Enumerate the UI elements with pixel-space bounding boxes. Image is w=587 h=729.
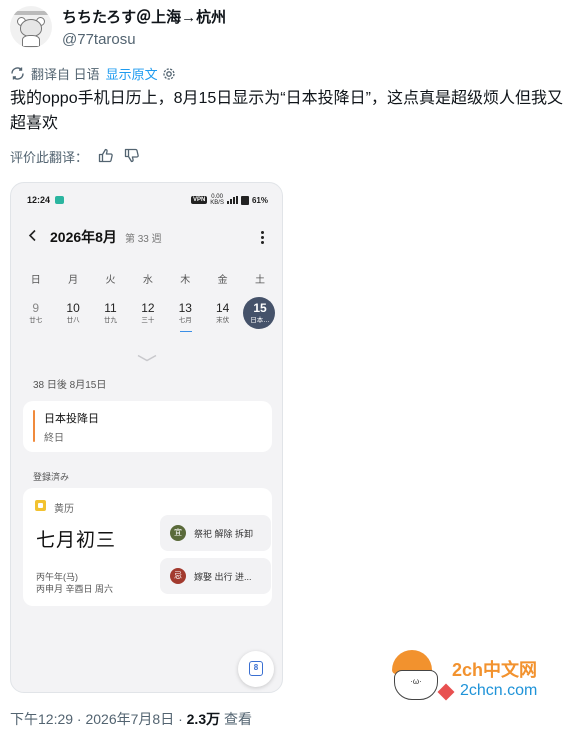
translate-icon [10,66,25,81]
weekday-label: 金 [217,275,228,286]
weekday-label: 木 [180,275,191,286]
lunar-date: 七月初三 [36,530,117,551]
days-after-label: 38 日後 8月15日 [33,380,107,391]
almanac-card[interactable]: 黄历 七月初三 丙午年(马) 丙申月 辛酉日 周六 宜 祭祀 解除 拆卸 忌 嫁… [23,488,272,606]
event-color-bar [33,410,35,442]
battery-icon [240,195,249,205]
date-cell[interactable]: 10 廿八 [54,299,91,329]
author-names: ちちたろす＠上海→杭州 @77tarosu [62,8,226,50]
message-notification-icon [55,196,65,204]
views-label: 查看 [220,711,252,727]
views-count: 2.3万 [186,711,221,727]
today-button[interactable]: 8 [238,651,274,687]
attached-screenshot[interactable]: 12:24 VPN 0.00 KB/S 61% 2026年8月 第 33 週 日 … [10,182,283,693]
yi-badge: 宜 [170,525,186,541]
week-dates-row: 9 廿七 10 廿八 11 廿九 12 三十 13 七月 14 末伏 15 日本… [17,297,279,332]
date-cell-selected[interactable]: 15 日本… [241,297,278,329]
translation-row: 翻译自 日语 显示原文 [10,64,176,83]
ganzhi-month-day: 丙申月 辛酉日 周六 [36,584,114,594]
ji-badge: 忌 [170,568,186,584]
weekday-label: 水 [142,275,153,286]
event-title: 日本投降日 [44,413,99,425]
date-cell-today[interactable]: 13 七月 [167,299,204,332]
show-original-link[interactable]: 显示原文 [106,64,158,83]
watermark: ·ω· 2ch中文网 2chcn.com [388,644,568,714]
month-title[interactable]: 2026年8月 [50,227,117,247]
battery-percent: 61% [251,195,268,205]
status-bar: 12:24 VPN 0.00 KB/S 61% [27,193,268,207]
ji-items: 嫁娶 出行 进... [194,571,252,582]
date-cell[interactable]: 9 廿七 [17,299,54,329]
watermark-diamond-icon [437,683,455,701]
status-time: 12:24 [27,195,51,205]
weekday-row: 日 月 火 水 木 金 土 [17,271,279,286]
chevron-left-icon[interactable] [28,229,48,246]
watermark-domain: 2chcn.com [460,682,538,699]
registered-label: 登録済み [33,472,70,482]
event-card[interactable]: 日本投降日 終日 [23,401,272,452]
yi-items: 祭祀 解除 拆卸 [194,528,254,539]
weekday-label: 土 [255,275,266,286]
rate-translation-row: 评价此翻译： [10,147,140,166]
event-all-day: 終日 [44,433,64,444]
almanac-icon [35,500,46,511]
signal-icon [226,196,238,204]
mascot-face: ·ω· [394,670,438,700]
thumbs-up-icon[interactable] [98,148,114,166]
vpn-badge: VPN [190,196,208,204]
calendar-icon: 8 [249,661,263,676]
date-cell[interactable]: 12 三十 [129,299,166,329]
date-cell[interactable]: 11 廿九 [92,299,129,329]
avatar[interactable] [10,6,52,48]
timestamp[interactable]: 下午12:29 · 2026年7月8日 · [10,711,187,727]
weekday-label: 月 [68,275,79,286]
tweet-text: 我的oppo手机日历上，8月15日显示为“日本投降日”，这点真是超级烦人但我又超… [10,90,563,132]
weekday-label: 火 [105,275,116,286]
inauspicious-pill[interactable]: 忌 嫁娶 出行 进... [160,558,271,594]
weekday-label: 日 [30,275,41,286]
date-cell[interactable]: 14 末伏 [204,299,241,329]
auspicious-pill[interactable]: 宜 祭祀 解除 拆卸 [160,515,271,551]
more-vertical-icon[interactable] [261,230,270,244]
tweet-header: ちちたろす＠上海→杭州 @77tarosu [10,6,226,50]
rate-label: 评价此翻译： [10,150,89,165]
watermark-site-name: 2ch中文网 [452,660,538,680]
chevron-down-icon[interactable] [137,349,157,362]
display-name[interactable]: ちちたろす＠上海→杭州 [62,8,226,28]
almanac-label: 黄历 [54,504,74,515]
week-number: 第 33 週 [124,233,162,245]
user-handle[interactable]: @77tarosu [62,30,226,50]
tweet-footer: 下午12:29 · 2026年7月8日 · 2.3万 查看 [10,709,252,729]
today-indicator [179,330,192,332]
network-speed: 0.00 KB/S [210,194,224,206]
thumbs-down-icon[interactable] [124,148,140,166]
translated-from-label: 翻译自 日语 [31,67,100,82]
gear-icon[interactable] [162,67,176,81]
calendar-header: 2026年8月 第 33 週 [28,227,270,247]
